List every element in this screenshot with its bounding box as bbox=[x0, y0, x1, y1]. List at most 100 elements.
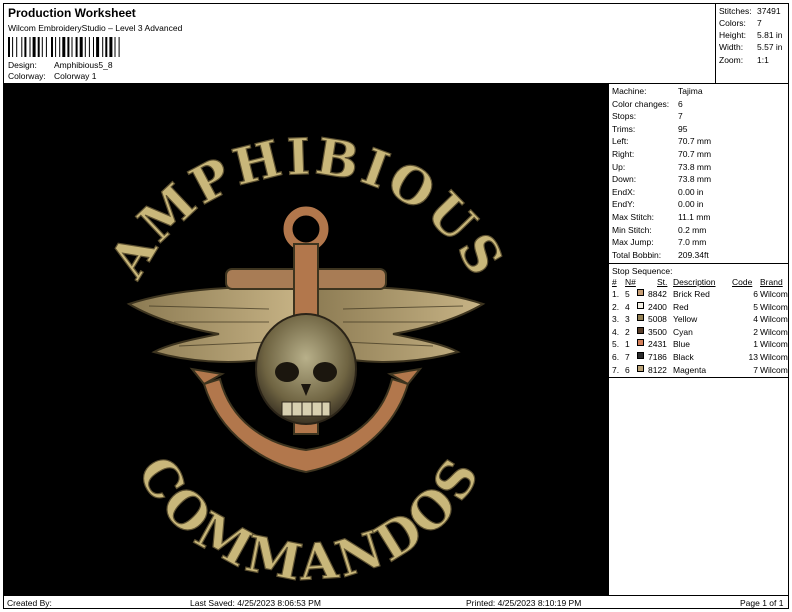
stop-sequence-row: 6. 7 7186 Black Wilcom 13 bbox=[612, 352, 788, 364]
zoom-label: Zoom: bbox=[719, 55, 744, 65]
stitch-count: 3500 bbox=[648, 326, 667, 337]
machine-info-value: 95 bbox=[678, 123, 688, 134]
printed-date: Printed: 4/25/2023 8:10:19 PM bbox=[466, 598, 582, 608]
thread-color-swatch bbox=[637, 289, 644, 296]
height-row: Height: 5.81 in bbox=[719, 30, 783, 40]
colors-label: Colors: bbox=[719, 18, 746, 28]
machine-info-row: Right: 70.7 mm bbox=[612, 149, 711, 159]
stop-sequence-header: # N# St. Description Code Brand bbox=[612, 277, 788, 289]
stitch-count: 5008 bbox=[648, 314, 667, 325]
stop-number: 7. bbox=[612, 364, 620, 375]
stitch-count: 8122 bbox=[648, 364, 667, 375]
stitch-count: 2400 bbox=[648, 301, 667, 312]
stop-sequence-row: 4. 2 3500 Cyan Wilcom 2 bbox=[612, 326, 788, 339]
machine-info-value: 209.34ft bbox=[678, 249, 709, 260]
col-brand: Brand bbox=[760, 277, 783, 287]
colorway-row: Colorway: Colorway 1 bbox=[8, 71, 97, 81]
col-code: Code bbox=[732, 277, 753, 287]
height-value: 5.81 in bbox=[757, 30, 783, 40]
design-preview: AMPHIBIOUS COMMANDOS bbox=[4, 84, 608, 595]
machine-info-row: Min Stitch: 0.2 mm bbox=[612, 225, 706, 235]
machine-info-row: Down: 73.8 mm bbox=[612, 174, 711, 184]
machine-info-row: Trims: 95 bbox=[612, 124, 687, 134]
stop-sequence-row: 2. 4 2400 Red Wilcom 5 bbox=[612, 301, 788, 314]
machine-info-label: Max Jump: bbox=[612, 237, 654, 248]
stitches-value: 37491 bbox=[757, 6, 781, 16]
page-number: Page 1 of 1 bbox=[740, 598, 784, 608]
embroidery-artwork: AMPHIBIOUS COMMANDOS bbox=[97, 126, 514, 594]
thread-description: Black bbox=[673, 352, 694, 362]
machine-info-row: Left: 70.7 mm bbox=[612, 136, 711, 146]
machine-info-value: 0.00 in bbox=[678, 199, 704, 210]
needle-number: 3 bbox=[625, 314, 630, 325]
col-num: # bbox=[612, 277, 617, 287]
machine-info-value: 73.8 mm bbox=[678, 174, 712, 185]
stop-number: 5. bbox=[612, 339, 620, 350]
zoom-value: 1:1 bbox=[757, 55, 769, 65]
machine-info-panel: Machine: Tajima Color changes: 6 Stops: 7 Trim… bbox=[608, 84, 789, 595]
machine-info-row: Up: 73.8 mm bbox=[612, 162, 711, 172]
thread-description: Yellow bbox=[673, 314, 698, 325]
machine-info-label: Trims: bbox=[612, 123, 636, 134]
machine-info-row: Total Bobbin: 209.34ft bbox=[612, 250, 709, 260]
worksheet-header: Production Worksheet Wilcom EmbroiderySt… bbox=[4, 4, 716, 84]
thread-brand: Wilcom bbox=[760, 339, 788, 350]
thread-code: 2 bbox=[753, 326, 758, 337]
zoom-row: Zoom: 1:1 bbox=[719, 55, 769, 65]
machine-info-label: Stops: bbox=[612, 111, 637, 122]
width-value: 5.57 in bbox=[757, 42, 783, 52]
width-row: Width: 5.57 in bbox=[719, 42, 783, 52]
needle-number: 1 bbox=[625, 339, 630, 350]
thread-brand: Wilcom bbox=[760, 301, 788, 312]
anchor-ring bbox=[283, 206, 329, 252]
machine-info-label: EndY: bbox=[612, 199, 635, 210]
height-label: Height: bbox=[719, 30, 746, 40]
machine-info-label: Min Stitch: bbox=[612, 224, 652, 235]
col-description: Description bbox=[673, 277, 716, 287]
stitches-label: Stitches: bbox=[719, 6, 752, 16]
thread-color-swatch bbox=[637, 326, 644, 334]
thread-description: Red bbox=[673, 301, 689, 312]
stitch-count: 7186 bbox=[648, 352, 667, 362]
colorway-label: Colorway: bbox=[8, 71, 46, 81]
machine-info-value: 7 bbox=[678, 111, 683, 122]
thread-brand: Wilcom bbox=[760, 289, 788, 299]
stop-number: 3. bbox=[612, 314, 620, 325]
machine-info-value: 7.0 mm bbox=[678, 237, 707, 248]
thread-description: Magenta bbox=[673, 364, 707, 375]
thread-description: Blue bbox=[673, 339, 691, 350]
machine-info-label: Machine: bbox=[612, 86, 647, 96]
machine-info-row: Machine: Tajima bbox=[612, 86, 703, 96]
machine-info-label: Left: bbox=[612, 136, 629, 147]
winged-anchor-emblem bbox=[126, 206, 486, 474]
production-worksheet: Production Worksheet Wilcom EmbroiderySt… bbox=[3, 3, 789, 609]
stop-sequence-row: 7. 6 8122 Magenta Wilcom 7 bbox=[612, 364, 788, 377]
thread-code: 6 bbox=[753, 289, 758, 299]
design-stats: Stitches: 37491 Colors: 7 Height: 5.81 in W… bbox=[716, 4, 788, 84]
stop-sequence-title: Stop Sequence: bbox=[612, 266, 673, 276]
thread-color-swatch bbox=[637, 352, 644, 359]
machine-info-row: EndY: 0.00 in bbox=[612, 199, 704, 209]
colorway-value: Colorway 1 bbox=[54, 71, 97, 81]
design-row: Design: Amphibious5_8 bbox=[8, 60, 113, 70]
stitch-count: 2431 bbox=[648, 339, 667, 350]
machine-info-label: Max Stitch: bbox=[612, 212, 655, 222]
thread-code: 4 bbox=[753, 314, 758, 325]
needle-number: 5 bbox=[625, 289, 630, 299]
thread-code: 1 bbox=[753, 339, 758, 350]
machine-info-row: Max Jump: 7.0 mm bbox=[612, 237, 706, 247]
thread-description: Cyan bbox=[673, 326, 693, 337]
machine-info-label: EndX: bbox=[612, 186, 636, 197]
thread-brand: Wilcom bbox=[760, 314, 788, 325]
machine-info-label: Right: bbox=[612, 149, 635, 159]
machine-info-label: Up: bbox=[612, 161, 626, 172]
thread-color-swatch bbox=[637, 364, 644, 372]
stitches-row: Stitches: 37491 bbox=[719, 6, 781, 16]
stop-number: 4. bbox=[612, 326, 620, 337]
machine-info-row: Max Stitch: 11.1 mm bbox=[612, 212, 710, 222]
machine-info-value: 11.1 mm bbox=[678, 212, 711, 222]
machine-info-value: 70.7 mm bbox=[678, 149, 712, 159]
colors-row: Colors: 7 bbox=[719, 18, 762, 28]
last-saved: Last Saved: 4/25/2023 8:06:53 PM bbox=[190, 598, 321, 608]
machine-info-value: 73.8 mm bbox=[678, 161, 712, 172]
